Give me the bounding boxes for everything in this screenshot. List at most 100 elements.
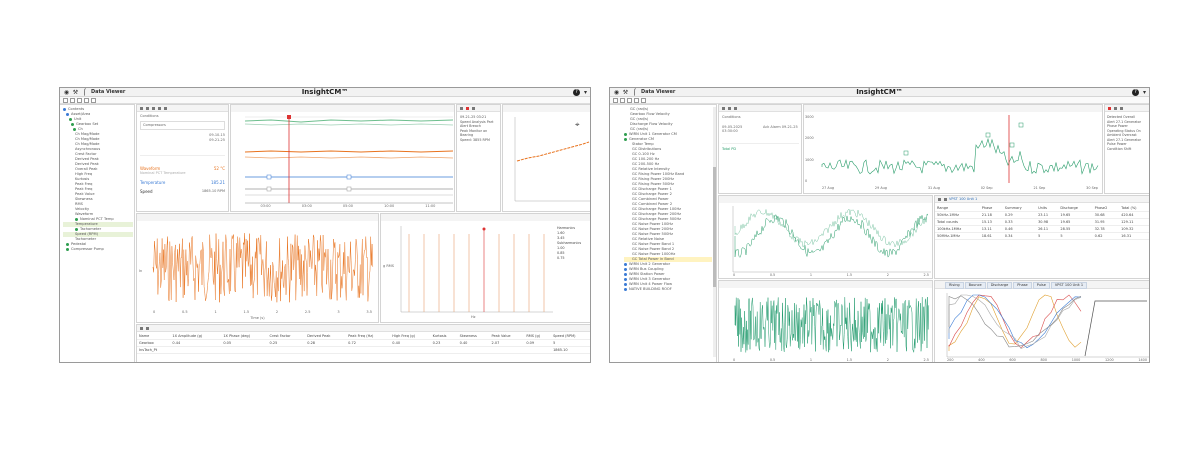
pulse-waveform-chart[interactable] <box>719 281 933 363</box>
tick-label: 0 <box>153 310 156 314</box>
panel-toolbar <box>137 105 228 112</box>
toolbar-button[interactable] <box>627 98 632 103</box>
trend-x-ticks: 27 Aug 29 Aug 31 Aug 02 Sep 21 Sep 30 Sep <box>822 186 1098 190</box>
node-status-icon <box>75 227 78 231</box>
tree-item-label: Speed (RPM) <box>75 232 98 236</box>
waveform-chart[interactable] <box>137 214 379 323</box>
tree-item[interactable]: NATIVE BUILDING ROOF <box>624 287 712 292</box>
tick-label: 0.5 <box>769 358 776 362</box>
toolbar-button[interactable] <box>91 98 96 103</box>
table-cell: 31.95 <box>1092 218 1120 226</box>
table-row[interactable]: Gearbox 0.44 0.05 0.25 0.28 0.72 0.40 0.23 0.40 2… <box>137 339 590 347</box>
toolbar-button[interactable] <box>613 98 618 103</box>
main-toolbar <box>60 97 590 104</box>
tree-item-label: GC Noise Power 100Hz <box>632 222 674 226</box>
tick-label: 0 <box>733 273 736 277</box>
prpd-panel: 0 0.5 1 1.5 2 2.5 <box>718 195 933 279</box>
node-status-icon <box>66 247 69 251</box>
table-cell: 19.65 <box>1058 211 1093 219</box>
table-cell: 0.05 <box>221 339 268 347</box>
speed-label[interactable]: Speed <box>140 189 153 194</box>
spectrum-panel: g RMS Hz Harmonics 1.60 3.45 Subharmonics 1.… <box>380 213 590 323</box>
tree-item[interactable]: Compressor Pump <box>63 247 133 252</box>
tree-scrollbar[interactable] <box>713 107 716 357</box>
tree-item-label: Nominal PCT Temp <box>80 217 114 221</box>
table-cell: 50kHz-1MHz <box>935 211 980 219</box>
toolbar-button[interactable] <box>641 98 646 103</box>
node-status-icon <box>66 112 69 116</box>
window-title: InsightCM™ <box>856 88 903 96</box>
tree-item-label: Peak Freq <box>75 187 93 191</box>
table-row[interactable]: 50kHz-1MHz 21.18 0.29 23.11 19.65 30.68 420.64 <box>935 211 1149 219</box>
tree-item-label: Asynchronous <box>75 147 101 151</box>
table-cell: 0.29 <box>1002 211 1037 219</box>
toolbar-button[interactable] <box>77 98 82 103</box>
tree-item-label: GC Noise Power 200Hz <box>632 227 674 231</box>
table-cell: 100kHz-1MHz <box>935 225 980 233</box>
tick-label: 1.5 <box>243 310 250 314</box>
table-row[interactable]: 100kHz-1MHz 13.11 0.46 26.11 28.55 32.78 109.3… <box>935 225 1149 233</box>
temperature-label[interactable]: Temperature <box>140 180 165 185</box>
orbit-chart[interactable]: ⌖ <box>503 105 591 212</box>
tree-item-label: GC Noise Power Band 1 <box>632 242 675 246</box>
table-row[interactable]: 50MHz-1MHz 18.61 0.34 5 5 0.62 16.31 <box>935 232 1149 240</box>
tree-item-label: Crest Factor <box>75 152 97 156</box>
tick-label: 0 <box>733 358 736 362</box>
toolbar-button[interactable] <box>620 98 625 103</box>
timeline-ticks: 03:00 03:00 05:00 10:00 11:00 <box>245 204 451 210</box>
band-label[interactable]: Total PD <box>722 143 799 151</box>
pulse-trace <box>734 297 930 353</box>
waveform-panel: In 0 0.5 1 1.5 2 2.5 3 3.5 Time (s) <box>136 213 379 323</box>
asset-tree[interactable]: Contents Asset/Area Unit Gearbox Set Ch Ch Ma… <box>63 107 133 252</box>
tree-item-label: GC Noise Power Band 2 <box>632 247 675 251</box>
trend-chart[interactable] <box>231 105 455 212</box>
pulse-x-ticks: 0 0.5 1 1.5 2 2.5 <box>733 358 929 362</box>
node-status-icon <box>69 117 72 121</box>
table-tab[interactable]: VPST 100 Unit 1 <box>949 197 977 201</box>
table-cell: InsTach_Pt <box>137 346 171 354</box>
table-cell: 109.32 <box>1119 225 1149 233</box>
series-line-step <box>1084 300 1147 357</box>
table-row[interactable]: InsTach_Pt 1865.10 <box>137 346 590 354</box>
help-icon[interactable]: ? <box>573 89 580 96</box>
table-cell: 16.31 <box>1119 232 1149 240</box>
table-cell: 0.40 <box>457 339 490 347</box>
table-row[interactable]: Total counts 15.13 0.33 30.98 19.65 31.95 129.… <box>935 218 1149 226</box>
summary-table[interactable]: Range Phase Summary Units Discharge Phase2 Tot… <box>935 205 1149 240</box>
trend-chart[interactable] <box>804 105 1103 194</box>
info-panel: Conditions 09-05-2025 03:30:00 Ack Alarm… <box>718 104 802 194</box>
user-icon[interactable]: ▾ <box>1141 89 1148 96</box>
tree-item-label: Discharge Flow Velocity <box>630 122 673 126</box>
tick-label: 1.5 <box>846 358 853 362</box>
tick-label: 27 Aug <box>822 186 835 190</box>
measurement-table[interactable]: Name 1X Amplitude (g) 1X Phase (deg) Crest … <box>137 333 590 354</box>
toolbar-button[interactable] <box>634 98 639 103</box>
table-cell: 21.18 <box>979 211 1003 219</box>
toolbar-button[interactable] <box>63 98 68 103</box>
tick-label: 31 Aug <box>927 186 940 190</box>
tree-item-label: GC Total Power in Band <box>632 257 674 261</box>
panel-toolbar <box>137 325 590 332</box>
asset-tree[interactable]: GC (rad/s) Gearbox Flow Velocity GC (rad/s… <box>624 107 712 292</box>
conditions-label: Conditions <box>140 114 159 118</box>
toolbar-button[interactable] <box>84 98 89 103</box>
user-icon[interactable]: ▾ <box>582 89 589 96</box>
conditions-row[interactable]: Compressors <box>140 121 225 130</box>
tick-label: 1 <box>809 358 813 362</box>
tree-item-label: Velocity <box>75 207 90 211</box>
compass-icon: ⌖ <box>575 120 580 129</box>
toolbar-button[interactable] <box>70 98 75 103</box>
table-cell: 32.78 <box>1092 225 1120 233</box>
tick-label: 1400 <box>1138 358 1147 362</box>
tree-item-label: Stator Temp <box>632 142 654 146</box>
table-cell <box>221 346 268 354</box>
title-bar: ◉ ⚒ ⌠ Data Viewer InsightCM™ ? ▾ <box>610 88 1149 97</box>
trend-marker <box>1018 122 1024 128</box>
event-details: Detected Overall Alert 27.1 Generator Phas… <box>1107 115 1149 151</box>
tree-item-label: Waveform <box>75 212 94 216</box>
table-cell: Total counts <box>935 218 980 226</box>
help-icon[interactable]: ? <box>1132 89 1139 96</box>
multi-series-chart[interactable] <box>935 281 1150 363</box>
insightcm-window-left: ◉ ⚒ ⌠ Data Viewer InsightCM™ ? ▾ Content… <box>59 87 591 363</box>
prpd-chart[interactable] <box>719 196 933 279</box>
